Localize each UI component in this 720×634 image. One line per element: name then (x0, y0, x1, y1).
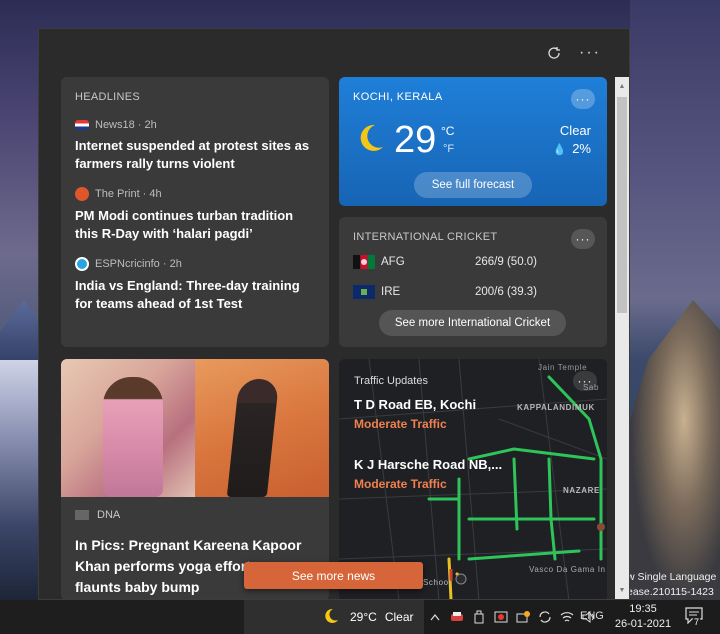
map-label: School (423, 578, 452, 587)
dna-logo-icon (75, 510, 89, 520)
headlines-card: HEADLINES News18 · 2h Internet suspended… (61, 77, 329, 347)
news-source: The Print · 4h (75, 187, 315, 201)
see-full-forecast-button[interactable]: See full forecast (414, 172, 532, 198)
headlines-caption: HEADLINES (75, 91, 141, 103)
weather-more-icon[interactable]: ··· (571, 89, 595, 109)
news-source-label: The Print · 4h (95, 188, 162, 200)
news-source-label: News18 · 2h (95, 119, 157, 131)
language-indicator[interactable]: ENG (580, 610, 604, 622)
panel-scrollbar[interactable]: ▲ ▼ (615, 77, 629, 599)
news-title[interactable]: Internet suspended at protest sites as f… (75, 137, 315, 173)
news-item[interactable]: The Print · 4h PM Modi continues turban … (75, 187, 315, 243)
antivirus-icon[interactable] (493, 609, 509, 625)
scroll-down-icon[interactable]: ▼ (615, 583, 629, 597)
map-label: KAPPALANDIMUK (517, 403, 595, 412)
story-source-label: DNA (97, 509, 121, 521)
desktop-wallpaper-left (0, 0, 40, 600)
taskbar-left (0, 600, 244, 634)
clock-time: 19:35 (629, 603, 657, 615)
theprint-logo-icon (75, 187, 89, 201)
system-tray (427, 600, 597, 634)
sync-icon[interactable] (537, 609, 553, 625)
traffic-more-icon[interactable]: ··· (573, 371, 597, 391)
traffic-road[interactable]: T D Road EB, Kochi (354, 397, 476, 412)
weather-condition: Clear (559, 123, 591, 138)
taskbar: 29°C Clear ENG 19:35 26-01-2021 7 (0, 600, 720, 634)
map-label: NAZARE (563, 486, 600, 495)
news-source: ESPNcricinfo · 2h (75, 257, 315, 271)
see-more-cricket-button[interactable]: See more International Cricket (379, 310, 566, 336)
cricket-caption: INTERNATIONAL CRICKET (353, 231, 498, 243)
team-score: 266/9 (50.0) (475, 256, 538, 268)
wallpaper-rock (630, 300, 720, 600)
watermark-line-1: w Single Language (627, 571, 717, 583)
unit-fahrenheit-toggle[interactable]: °F (443, 143, 454, 155)
watermark-line-2: ease.210115-1423 (627, 586, 714, 598)
story-image-figure (103, 377, 163, 497)
news-source: News18 · 2h (75, 119, 315, 131)
team-row[interactable]: IRE 200/6 (39.3) (353, 283, 593, 301)
news-item[interactable]: News18 · 2h Internet suspended at protes… (75, 119, 315, 173)
taskbar-clock[interactable]: 19:35 26-01-2021 (611, 602, 675, 632)
news-item[interactable]: ESPNcricinfo · 2h India vs England: Thre… (75, 257, 315, 313)
afghanistan-flag-icon (353, 255, 375, 269)
news-title[interactable]: PM Modi continues turban tradition this … (75, 207, 315, 243)
taskbar-weather-temp: 29°C (350, 610, 377, 624)
scroll-thumb[interactable] (617, 97, 627, 313)
news-title[interactable]: India vs England: Three-day training for… (75, 277, 315, 313)
raindrop-icon: 💧 (552, 144, 567, 156)
traffic-status: Moderate Traffic (354, 417, 447, 431)
refresh-icon[interactable] (540, 39, 568, 67)
traffic-status: Moderate Traffic (354, 477, 447, 491)
scroll-up-icon[interactable]: ▲ (615, 79, 629, 93)
news-interests-panel: ··· HEADLINES News18 · 2h Internet suspe… (38, 28, 630, 600)
traffic-road[interactable]: K J Harsche Road NB,... (354, 457, 502, 472)
cricket-more-icon[interactable]: ··· (571, 229, 595, 249)
more-options-icon[interactable]: ··· (576, 39, 604, 67)
team-name: AFG (381, 256, 405, 268)
precipitation-value: 2% (572, 141, 591, 156)
weather-temperature: 29 (394, 119, 437, 161)
network-status-icon[interactable] (515, 609, 531, 625)
wallpaper-clouds (0, 360, 40, 600)
taskbar-weather-cond: Clear (384, 610, 414, 624)
weather-location: KOCHI, KERALA (353, 91, 443, 103)
espncricinfo-logo-icon (75, 257, 89, 271)
moon-icon (360, 124, 383, 151)
news18-logo-icon (75, 120, 89, 130)
news-source-label: ESPNcricinfo · 2h (95, 258, 182, 270)
team-name: IRE (381, 286, 401, 298)
team-score: 200/6 (39.3) (475, 286, 538, 298)
unit-celsius-toggle[interactable]: °C (441, 124, 454, 138)
weather-card[interactable]: KOCHI, KERALA ··· 29 °C °F Clear 💧 2% See… (339, 77, 607, 206)
weather-precipitation: 💧 2% (553, 141, 592, 156)
usb-drive-icon[interactable] (471, 609, 487, 625)
clock-date: 26-01-2021 (614, 618, 672, 630)
traffic-caption: Traffic Updates (354, 375, 428, 387)
moon-icon (323, 608, 339, 627)
ireland-cricket-flag-icon (353, 285, 375, 299)
team-row[interactable]: AFG 266/9 (50.0) (353, 253, 593, 271)
tray-app-icon[interactable] (449, 609, 465, 625)
panel-header: ··· (39, 29, 629, 77)
map-label: Vasco Da Gama In (529, 565, 606, 574)
taskbar-weather-button[interactable]: 29°C Clear (244, 600, 424, 634)
cricket-card: INTERNATIONAL CRICKET ··· AFG 266/9 (50.… (339, 217, 607, 347)
notification-count: 7 (692, 617, 702, 627)
wifi-icon[interactable] (559, 609, 575, 625)
desktop-wallpaper-right (630, 0, 720, 600)
chevron-up-icon[interactable] (427, 609, 443, 625)
story-source: DNA (75, 509, 120, 521)
windows-watermark: w Single Language ease.210115-1423 (627, 570, 720, 600)
see-more-news-button[interactable]: See more news (244, 562, 423, 589)
